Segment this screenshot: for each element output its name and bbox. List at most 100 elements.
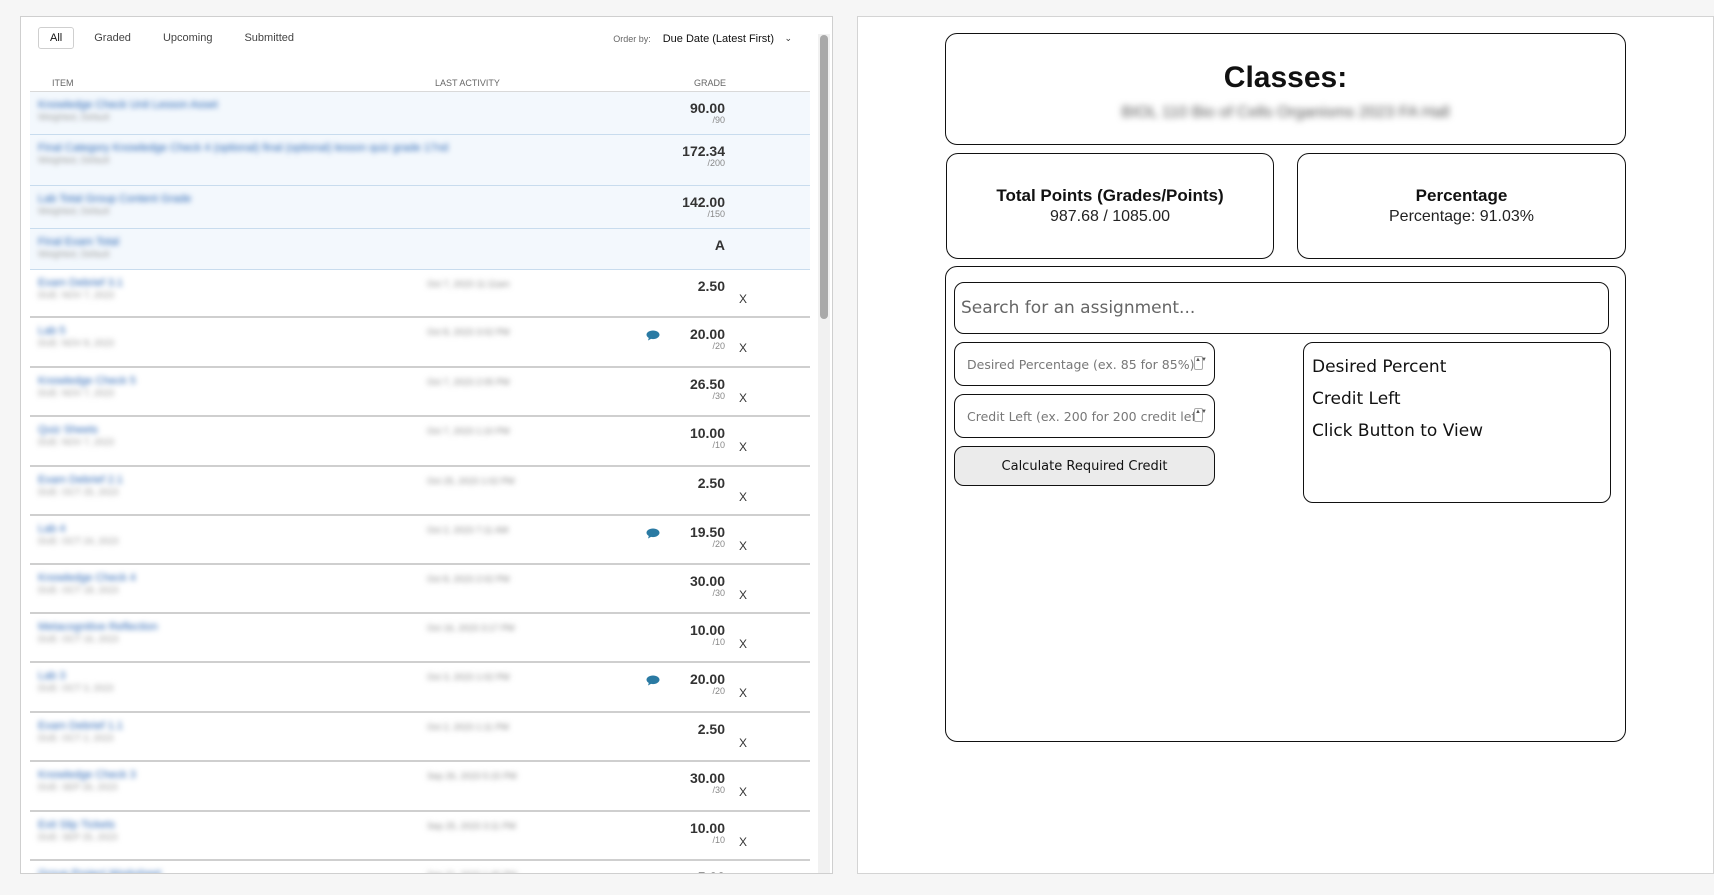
last-activity: Sep 21, 2023 1:45 PM: [427, 869, 517, 873]
last-activity: Oct 7, 2023 11:11am: [427, 279, 510, 289]
grade-row[interactable]: Exit Slip Tickets DUE: SEP 25, 2023 Sep 25…: [30, 812, 810, 861]
last-activity: Oct 8, 2023 3:02 PM: [427, 327, 510, 337]
last-activity: Oct 3, 2023 1:02 PM: [427, 672, 510, 682]
grade-possible: /150: [707, 209, 725, 219]
class-name: BIOL 110 Bio of Cells Organisms 2023 FA …: [1121, 104, 1450, 121]
remove-row-button[interactable]: X: [739, 391, 747, 405]
comment-icon[interactable]: [646, 873, 660, 874]
grade-row[interactable]: Group Project WorksheetDUE: SEP 21, 2023…: [30, 861, 810, 874]
filter-tab-graded[interactable]: Graded: [82, 27, 143, 49]
desired-percentage-input[interactable]: [954, 342, 1215, 386]
item-title-link[interactable]: Metacognitive Reflection: [38, 621, 158, 633]
remove-row-button[interactable]: X: [739, 637, 747, 651]
grade-possible: /30: [712, 391, 725, 401]
item-title-link[interactable]: Final Exam Total: [38, 236, 119, 248]
remove-row-button[interactable]: X: [739, 440, 747, 454]
remove-row-button[interactable]: X: [739, 686, 747, 700]
grade-cell: 2.50: [698, 475, 725, 491]
remove-row-button[interactable]: X: [739, 490, 747, 504]
item-title-link[interactable]: Knowledge Check 4: [38, 572, 136, 584]
percentage-value: Percentage: 91.03%: [1389, 208, 1534, 225]
item-cell: Final Category Knowledge Check 4 (option…: [38, 142, 448, 165]
item-subtitle: DUE: NOV 8, 2023: [38, 338, 115, 348]
comment-icon[interactable]: [646, 675, 660, 686]
item-cell: Metacognitive Reflection DUE: OCT 16, 202…: [38, 621, 158, 644]
credit-left-input[interactable]: [954, 394, 1215, 438]
item-title-link[interactable]: Knowledge Check 5: [38, 375, 136, 387]
item-title-link[interactable]: Knowledge Check 3: [38, 769, 136, 781]
grades-list: Knowledge Check Unit Lesson Asset Weighte…: [30, 92, 810, 874]
grade-cell: 10.00/10: [690, 425, 725, 450]
item-cell: Knowledge Check 4 DUE: OCT 18, 2023: [38, 572, 136, 595]
item-title-link[interactable]: Lab Total Group Content Grade: [38, 193, 191, 205]
remove-row-button[interactable]: X: [739, 785, 747, 799]
filter-tab-upcoming[interactable]: Upcoming: [151, 27, 225, 49]
item-subtitle: DUE: NOV 7, 2023: [38, 388, 115, 398]
item-title-link[interactable]: Knowledge Check Unit Lesson Asset: [38, 99, 218, 111]
grade-row[interactable]: Final Exam Total Weighted, Default A: [30, 229, 810, 270]
grade-score: 10.00: [689, 622, 725, 638]
percentage-title: Percentage: [1415, 186, 1508, 205]
filter-tab-all[interactable]: All: [38, 27, 75, 49]
grade-cell: 172.34/200: [682, 143, 725, 168]
column-headers: ITEM LAST ACTIVITY GRADE: [30, 75, 810, 92]
grade-possible: /20: [712, 686, 725, 696]
result-instructions: Click Button to View: [1312, 421, 1484, 441]
remove-row-button[interactable]: X: [739, 835, 747, 849]
desired-percentage-stepper[interactable]: ▲▼: [1194, 356, 1207, 370]
comment-icon[interactable]: [646, 330, 660, 341]
grade-cell: 5.00: [698, 869, 725, 873]
assignment-search-input[interactable]: [954, 282, 1609, 334]
grade-possible: /90: [712, 115, 725, 125]
grades-panel: All Graded Upcoming Submitted Order by: …: [20, 16, 833, 874]
item-title-link[interactable]: Exam Debrief 1.1: [38, 720, 123, 732]
grade-row[interactable]: Knowledge Check 3 DUE: SEP 26, 2023 Sep 26…: [30, 762, 810, 812]
item-title-link[interactable]: Group Project Worksheet: [38, 868, 161, 873]
grade-row[interactable]: Exam Debrief 3.1 DUE: NOV 7, 2023 Oct 7, 2…: [30, 270, 810, 318]
grade-row[interactable]: Final Category Knowledge Check 4 (option…: [30, 135, 810, 186]
calculator-card: ▲▼ ▲▼ Calculate Required Credit Desired …: [945, 266, 1626, 742]
order-by-select[interactable]: Due Date (Latest First) ⌄: [656, 29, 796, 49]
last-activity: Oct 2, 2023 1:11 PM: [427, 722, 509, 732]
grade-row[interactable]: Lab 5 DUE: NOV 8, 2023 Oct 8, 2023 3:02 PM…: [30, 318, 810, 368]
grade-cell: 30.00/30: [690, 573, 725, 598]
item-title-link[interactable]: Lab 4: [38, 523, 118, 535]
grade-row[interactable]: Quiz Sheets DUE: NOV 7, 2023 Oct 7, 2023 1…: [30, 417, 810, 467]
grade-score: 20.00: [689, 326, 725, 342]
calculate-required-credit-button[interactable]: Calculate Required Credit: [954, 446, 1215, 486]
item-title-link[interactable]: Exit Slip Tickets: [38, 819, 117, 831]
grade-row[interactable]: Metacognitive Reflection DUE: OCT 16, 202…: [30, 614, 810, 663]
total-points-value: 987.68 / 1085.00: [1049, 208, 1171, 225]
grade-row[interactable]: Lab 4 DUE: OCT 24, 2023 Oct 2, 2023 7:11 A…: [30, 516, 810, 565]
grade-score: 19.50: [689, 524, 725, 540]
item-title-link[interactable]: Lab 5: [38, 325, 114, 337]
grade-row[interactable]: Lab 3 DUE: OCT 3, 2023 Oct 3, 2023 1:02 PM…: [30, 663, 810, 713]
item-title-link[interactable]: Final Category Knowledge Check 4 (option…: [38, 142, 448, 154]
item-title-link[interactable]: Quiz Sheets: [38, 424, 114, 436]
grade-cell: 20.00/20: [690, 671, 725, 696]
calculator-panel: Classes: BIOL 110 Bio of Cells Organisms…: [857, 16, 1714, 874]
filter-tab-submitted[interactable]: Submitted: [232, 27, 306, 49]
remove-row-button[interactable]: X: [739, 588, 747, 602]
remove-row-button[interactable]: X: [739, 539, 747, 553]
grade-row[interactable]: Knowledge Check Unit Lesson Asset Weighte…: [30, 92, 810, 135]
grade-row[interactable]: Lab Total Group Content Grade Weighted, D…: [30, 186, 810, 229]
item-title-link[interactable]: Exam Debrief 2.1: [38, 474, 123, 486]
grade-score: 142.00: [682, 194, 725, 210]
remove-row-button[interactable]: X: [739, 292, 747, 306]
grade-row[interactable]: Knowledge Check 4 DUE: OCT 18, 2023 Oct 8,…: [30, 565, 810, 614]
item-cell: Knowledge Check Unit Lesson Asset Weighte…: [38, 99, 218, 122]
remove-row-button[interactable]: X: [739, 736, 747, 750]
grade-row[interactable]: Knowledge Check 5 DUE: NOV 7, 2023 Oct 7, …: [30, 368, 810, 417]
remove-row-button[interactable]: X: [739, 341, 747, 355]
grade-row[interactable]: Exam Debrief 2.1 DUE: OCT 25, 2023 Oct 25,…: [30, 467, 810, 516]
item-title-link[interactable]: Lab 3: [38, 670, 113, 682]
grade-row[interactable]: Exam Debrief 1.1 DUE: OCT 2, 2023 Oct 2, 2…: [30, 713, 810, 762]
grade-score: 2.50: [697, 278, 725, 294]
scrollbar-thumb[interactable]: [820, 35, 828, 319]
grade-cell: 30.00/30: [690, 770, 725, 795]
item-title-link[interactable]: Exam Debrief 3.1: [38, 277, 123, 289]
credit-left-stepper[interactable]: ▲▼: [1194, 408, 1207, 422]
last-activity: Oct 7, 2023 2:05 PM: [427, 377, 510, 387]
comment-icon[interactable]: [646, 528, 660, 539]
